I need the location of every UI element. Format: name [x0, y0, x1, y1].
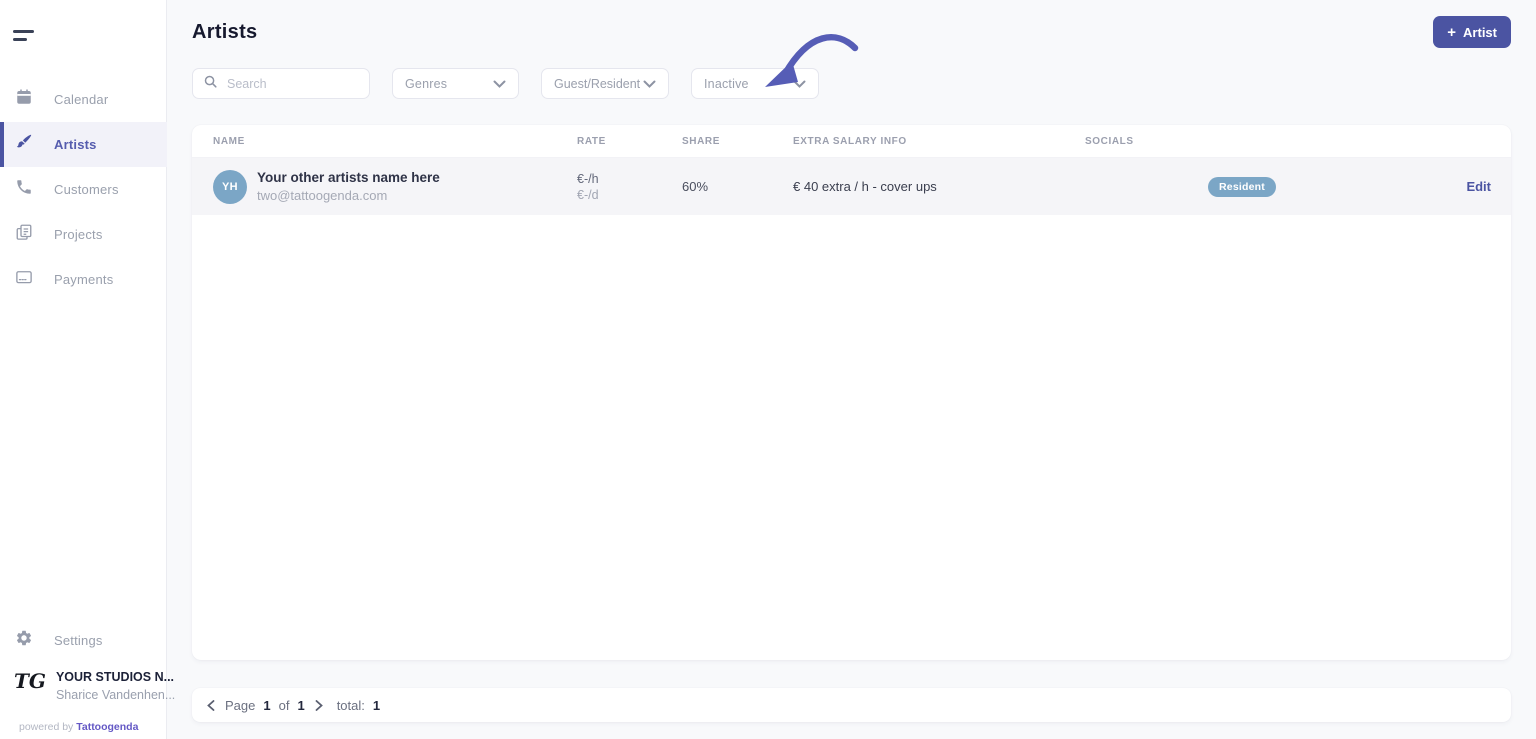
- sidebar-item-payments[interactable]: Payments: [0, 257, 167, 302]
- sidebar-item-label: Settings: [54, 633, 103, 648]
- sidebar-item-calendar[interactable]: Calendar: [0, 77, 167, 122]
- powered-by: powered by Tattoogenda: [19, 721, 138, 733]
- sidebar-item-label: Payments: [54, 272, 114, 287]
- sidebar-item-label: Calendar: [54, 92, 109, 107]
- artists-table-card: Name Rate Share Extra salary info Social…: [192, 125, 1511, 660]
- plus-icon: +: [1447, 23, 1457, 41]
- avatar: YH: [213, 169, 247, 204]
- of-label: of: [278, 697, 290, 713]
- sidebar-item-label: Artists: [54, 137, 97, 152]
- table-header-row: Name Rate Share Extra salary info Social…: [192, 125, 1511, 158]
- paintbrush-icon: [15, 133, 33, 156]
- filter-bar: Genres Guest/Resident Inactive: [192, 68, 819, 99]
- total-count: 1: [372, 697, 381, 713]
- studio-name: YOUR STUDIOS N...: [55, 670, 175, 684]
- chevron-down-icon: [643, 75, 656, 93]
- sidebar-item-projects[interactable]: Projects: [0, 212, 167, 257]
- column-header-share: Share: [682, 135, 721, 147]
- page-title: Artists: [192, 21, 258, 43]
- calendar-icon: [15, 88, 33, 111]
- search-input[interactable]: [227, 76, 347, 91]
- next-page-icon[interactable]: [313, 698, 325, 713]
- rate-per-hour: €-/h: [577, 171, 599, 186]
- gear-icon: [15, 629, 33, 652]
- search-icon: [203, 74, 218, 94]
- column-header-socials: Socials: [1085, 135, 1134, 147]
- column-header-extra-salary: Extra salary info: [793, 135, 907, 147]
- extra-salary-info: € 40 extra / h - cover ups: [793, 178, 937, 194]
- powered-by-brand[interactable]: Tattoogenda: [76, 721, 138, 733]
- studio-user-name: Sharice Vandenhen...: [55, 688, 176, 702]
- powered-by-prefix: powered by: [19, 721, 74, 733]
- sidebar-item-artists[interactable]: Artists: [0, 122, 167, 167]
- add-artist-button-label: Artist: [1463, 24, 1497, 40]
- guest-resident-dropdown-label: Guest/Resident: [554, 76, 641, 91]
- sidebar-nav: Calendar Artists Customers Projects Paym: [0, 77, 167, 302]
- column-header-name: Name: [213, 135, 245, 147]
- search-box: [192, 68, 370, 99]
- page-label: Page: [225, 697, 256, 713]
- pagination-bar: Page 1 of 1 total: 1: [192, 688, 1511, 722]
- genres-dropdown-label: Genres: [405, 76, 448, 91]
- add-artist-button[interactable]: + Artist: [1433, 16, 1511, 48]
- chevron-down-icon: [793, 75, 806, 93]
- sidebar: Calendar Artists Customers Projects Paym: [0, 0, 175, 739]
- credit-card-icon: [15, 268, 33, 291]
- table-row[interactable]: YH Your other artists name here two@tatt…: [192, 158, 1511, 215]
- total-label: total:: [336, 697, 365, 713]
- edit-link[interactable]: Edit: [1466, 179, 1491, 194]
- guest-resident-dropdown[interactable]: Guest/Resident: [541, 68, 669, 99]
- sidebar-item-label: Projects: [54, 227, 103, 242]
- inactive-dropdown[interactable]: Inactive: [691, 68, 819, 99]
- resident-badge: Resident: [1208, 176, 1276, 197]
- tattoogenda-logo-icon: TG: [14, 669, 46, 693]
- total-pages: 1: [297, 697, 305, 713]
- chevron-down-icon: [493, 75, 506, 93]
- documents-icon: [15, 223, 33, 246]
- menu-toggle-icon[interactable]: [13, 30, 35, 42]
- sidebar-item-label: Customers: [54, 182, 119, 197]
- sidebar-item-customers[interactable]: Customers: [0, 167, 167, 212]
- current-page: 1: [263, 697, 271, 713]
- studio-account[interactable]: TG YOUR STUDIOS N... Sharice Vandenhen..…: [14, 669, 175, 702]
- phone-icon: [15, 178, 33, 201]
- column-header-rate: Rate: [577, 135, 606, 147]
- previous-page-icon[interactable]: [205, 698, 217, 713]
- inactive-dropdown-label: Inactive: [704, 76, 749, 91]
- sidebar-settings: Settings: [0, 618, 167, 663]
- share-value: 60%: [682, 178, 709, 194]
- genres-dropdown[interactable]: Genres: [392, 68, 519, 99]
- rate-per-day: €-/d: [577, 187, 599, 202]
- sidebar-item-settings[interactable]: Settings: [0, 618, 167, 663]
- artist-name: Your other artists name here: [257, 170, 440, 185]
- artist-email: two@tattoogenda.com: [257, 188, 388, 203]
